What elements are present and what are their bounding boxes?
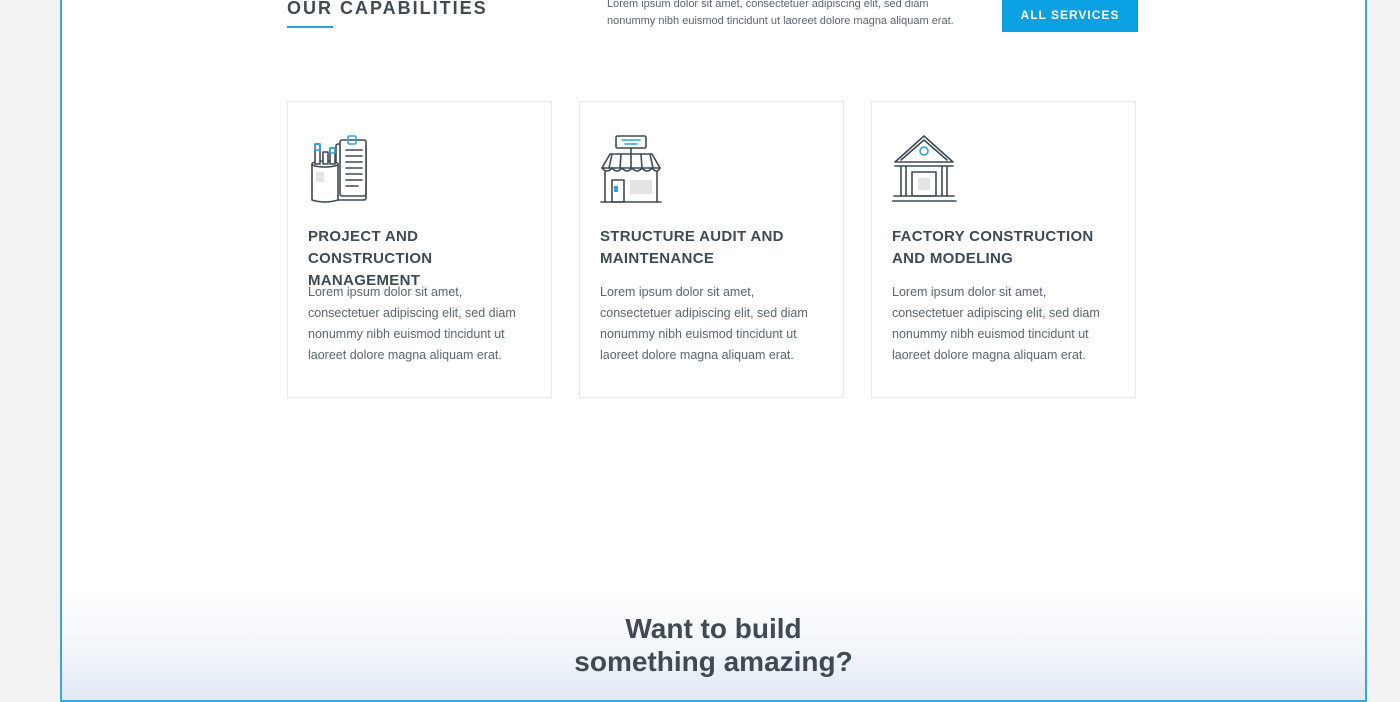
card-title: STRUCTURE AUDIT AND MAINTENANCE <box>600 228 784 267</box>
card-title: FACTORY CONSTRUCTION AND MODELING <box>892 228 1094 267</box>
page-frame: OUR CAPABILITIES Lorem ipsum dolor sit a… <box>60 0 1367 702</box>
section-intro: Lorem ipsum dolor sit amet, consectetuer… <box>607 0 954 27</box>
card-description: Lorem ipsum dolor sit amet, consectetuer… <box>600 285 808 362</box>
cta-heading: Want to build something amazing? <box>62 612 1365 678</box>
office-supplies-icon <box>311 135 367 203</box>
storefront-icon <box>600 135 662 203</box>
card-description: Lorem ipsum dolor sit amet, consectetuer… <box>308 285 516 362</box>
cta-heading-line-1: Want to build <box>625 613 802 644</box>
section-title: OUR CAPABILITIES <box>287 0 488 18</box>
institution-building-icon <box>892 135 957 202</box>
cta-heading-line-2: something amazing? <box>574 646 853 677</box>
title-underline <box>287 26 333 28</box>
capability-card-factory-construction[interactable]: FACTORY CONSTRUCTION AND MODELING Lorem … <box>871 101 1136 398</box>
card-description: Lorem ipsum dolor sit amet, consectetuer… <box>892 285 1100 362</box>
capability-card-structure-audit[interactable]: STRUCTURE AUDIT AND MAINTENANCE Lorem ip… <box>579 101 844 398</box>
all-services-button[interactable]: ALL SERVICES <box>1002 0 1138 32</box>
capability-card-project-management[interactable]: PROJECT AND CONSTRUCTION MANAGEMENT Lore… <box>287 101 552 398</box>
